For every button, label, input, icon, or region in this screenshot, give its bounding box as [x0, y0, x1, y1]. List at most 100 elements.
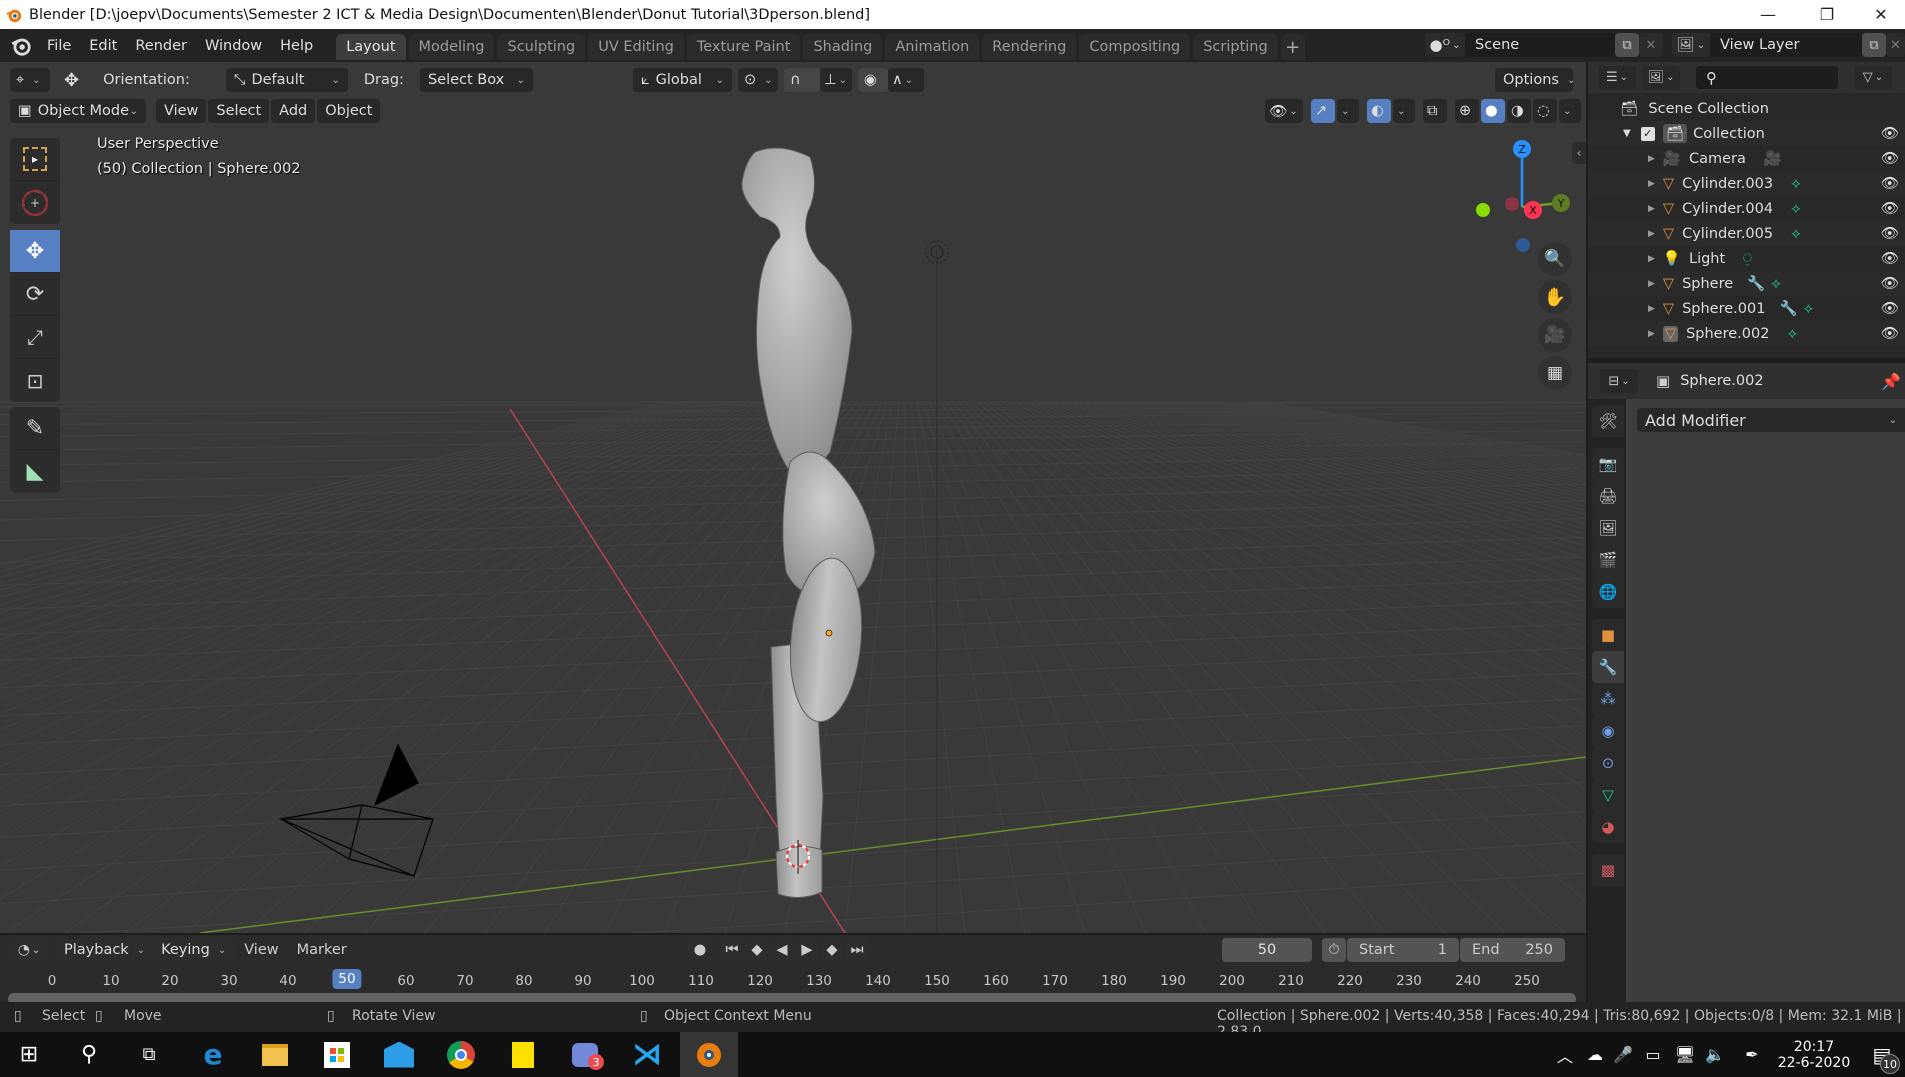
orientation-dropdown[interactable]: ⤡ Default ⌄ — [225, 68, 348, 92]
timeline-menu-view[interactable]: View — [244, 942, 278, 958]
pan-button[interactable]: ✋ — [1538, 280, 1572, 314]
tab-shading[interactable]: Shading — [803, 34, 883, 60]
outliner-search-input[interactable]: ⚲ — [1696, 66, 1838, 89]
close-button[interactable]: ✕ — [1858, 0, 1904, 29]
menu-edit[interactable]: Edit — [80, 38, 126, 54]
mesh-data-icon[interactable]: ⟡ — [1804, 301, 1814, 317]
select-box-tool[interactable]: ▸ — [10, 138, 60, 181]
menu-view[interactable]: View — [156, 99, 207, 123]
rendered-shading-button[interactable]: ◌ — [1533, 99, 1557, 123]
tab-compositing[interactable]: Compositing — [1079, 34, 1191, 60]
preview-range-toggle[interactable]: ⏱ — [1322, 938, 1346, 962]
outliner-view-layer-dropdown[interactable]: 🖼 ⌄ — [1642, 65, 1680, 90]
solid-shading-button[interactable]: ● — [1481, 99, 1505, 123]
gizmo-neg-z[interactable] — [1516, 238, 1530, 252]
new-scene-icon[interactable]: ⧉ — [1615, 33, 1639, 57]
mesh-data-icon[interactable]: ⟡ — [1791, 201, 1801, 217]
menu-render[interactable]: Render — [126, 38, 196, 54]
expand-arrow-icon[interactable]: ▶ — [1648, 304, 1655, 314]
scene-browse-button[interactable]: ●ᴼ ⌄ — [1425, 33, 1465, 57]
microphone-tray[interactable]: 🎤 — [1612, 1032, 1634, 1077]
add-workspace-button[interactable]: + — [1280, 34, 1305, 60]
proportional-edit-toggle[interactable]: ◉ — [857, 68, 888, 92]
network-tray[interactable]: 🖥 — [1672, 1032, 1698, 1077]
start-frame-field[interactable]: Start 1 — [1347, 938, 1459, 962]
overlays-dropdown[interactable]: ⌄ — [1393, 99, 1415, 123]
expand-arrow-icon[interactable]: ▶ — [1648, 154, 1655, 164]
tab-sculpting[interactable]: Sculpting — [497, 34, 586, 60]
measure-tool[interactable]: ◣ — [10, 450, 60, 493]
properties-tab-world[interactable]: 🌐 — [1592, 576, 1624, 608]
properties-tab-scene[interactable]: 🎬 — [1592, 544, 1624, 576]
visibility-eye-icon[interactable]: 👁 — [1881, 125, 1899, 142]
file-explorer-app[interactable] — [246, 1032, 304, 1077]
clock[interactable]: 20:17 22-6-2020 — [1776, 1032, 1852, 1077]
visibility-eye-icon[interactable]: 👁 — [1881, 250, 1899, 267]
gizmo-dropdown[interactable]: ⌄ — [1337, 99, 1359, 123]
scene-name-field[interactable]: Scene — [1465, 33, 1615, 57]
start-button[interactable]: ⊞ — [0, 1032, 58, 1077]
properties-tab-tool[interactable]: 🛠 — [1592, 405, 1624, 437]
outliner-item-sphere[interactable]: ▶ ▽ Sphere 🔧 ⟡ 👁 — [1588, 271, 1905, 296]
onedrive-tray[interactable]: ☁ — [1582, 1032, 1608, 1077]
vscode-app[interactable]: ⋊ — [618, 1032, 676, 1077]
snap-target-dropdown[interactable]: ⊥ ⌄ — [819, 68, 852, 92]
expand-arrow-icon[interactable]: ▶ — [1648, 254, 1655, 264]
rotate-tool[interactable]: ⟳ — [10, 273, 60, 316]
properties-tab-output[interactable]: 🖨 — [1592, 480, 1624, 512]
cursor-tool[interactable]: + — [10, 181, 60, 224]
material-preview-button[interactable]: ◑ — [1507, 99, 1531, 123]
selectability-visibility-dropdown[interactable]: 👁 ⌄ — [1265, 99, 1303, 123]
menu-add[interactable]: Add — [271, 99, 316, 123]
action-center-button[interactable]: ▤ 10 — [1862, 1032, 1902, 1077]
menu-file[interactable]: File — [38, 38, 80, 54]
chrome-app[interactable] — [432, 1032, 490, 1077]
outliner-item-sphere-001[interactable]: ▶ ▽ Sphere.001 🔧 ⟡ 👁 — [1588, 296, 1905, 321]
expand-arrow-icon[interactable]: ▼ — [1623, 128, 1631, 139]
expand-arrow-icon[interactable]: ▶ — [1648, 229, 1655, 239]
properties-tab-render[interactable]: 📷 — [1592, 448, 1624, 480]
expand-arrow-icon[interactable]: ▶ — [1648, 204, 1655, 214]
properties-tab-modifiers[interactable]: 🔧 — [1592, 651, 1624, 683]
ortho-toggle-button[interactable]: ▦ — [1538, 356, 1572, 390]
visibility-eye-icon[interactable]: 👁 — [1881, 150, 1899, 167]
gizmo-toggle[interactable]: ↗ — [1311, 99, 1335, 123]
next-keyframe-button[interactable]: ◆ — [820, 938, 844, 962]
delete-scene-icon[interactable]: ✕ — [1639, 33, 1663, 57]
gizmo-neg-x[interactable] — [1505, 197, 1519, 211]
properties-tab-particles[interactable]: ⁂ — [1592, 683, 1624, 715]
visibility-eye-icon[interactable]: 👁 — [1881, 275, 1899, 292]
scale-tool[interactable]: ⤢ — [10, 316, 60, 359]
outliner-item-cylinder-004[interactable]: ▶ ▽ Cylinder.004 ⟡ 👁 — [1588, 196, 1905, 221]
play-button[interactable]: ▶ — [795, 938, 819, 962]
transform-pivot-dropdown[interactable]: ⌖ ⌄ — [10, 68, 50, 92]
properties-tab-texture[interactable]: ▩ — [1592, 854, 1624, 886]
expand-arrow-icon[interactable]: ▶ — [1648, 179, 1655, 189]
delete-view-layer-icon[interactable]: ✕ — [1886, 33, 1905, 57]
visibility-eye-icon[interactable]: 👁 — [1881, 325, 1899, 342]
blender-menu-icon[interactable] — [10, 35, 32, 57]
expand-arrow-icon[interactable]: ▶ — [1648, 329, 1655, 339]
collection-checkbox[interactable]: ✓ — [1640, 126, 1655, 141]
camera-object[interactable] — [278, 743, 434, 877]
view-layer-browse-button[interactable]: 🖼 ⌄ — [1672, 33, 1710, 57]
annotate-tool[interactable]: ✎ — [10, 407, 60, 450]
overlays-toggle[interactable]: ◐ — [1367, 99, 1391, 123]
blender-app[interactable] — [680, 1032, 738, 1077]
display-mode-dropdown[interactable]: ☰ ⌄ — [1598, 65, 1636, 90]
task-view-button[interactable]: ⧉ — [120, 1032, 178, 1077]
store-app[interactable] — [308, 1032, 366, 1077]
new-view-layer-icon[interactable]: ⧉ — [1862, 33, 1886, 57]
visibility-eye-icon[interactable]: 👁 — [1881, 225, 1899, 242]
menu-window[interactable]: Window — [196, 38, 271, 54]
pivot-point-dropdown[interactable]: ⊙ ⌄ — [737, 68, 778, 92]
jump-start-button[interactable]: ⏮ — [720, 938, 744, 962]
mesh-data-icon[interactable]: ⟡ — [1771, 276, 1781, 292]
keying-dropdown[interactable]: Keying ⌄ — [153, 938, 235, 962]
viewport-canvas[interactable] — [0, 62, 1586, 933]
mesh-data-icon[interactable]: ⟡ — [1791, 176, 1801, 192]
properties-tab-view-layer[interactable]: 🖼 — [1592, 512, 1624, 544]
wrench-modifier-icon[interactable]: 🔧 — [1779, 300, 1797, 317]
menu-select[interactable]: Select — [208, 99, 270, 123]
mail-app[interactable] — [370, 1032, 428, 1077]
